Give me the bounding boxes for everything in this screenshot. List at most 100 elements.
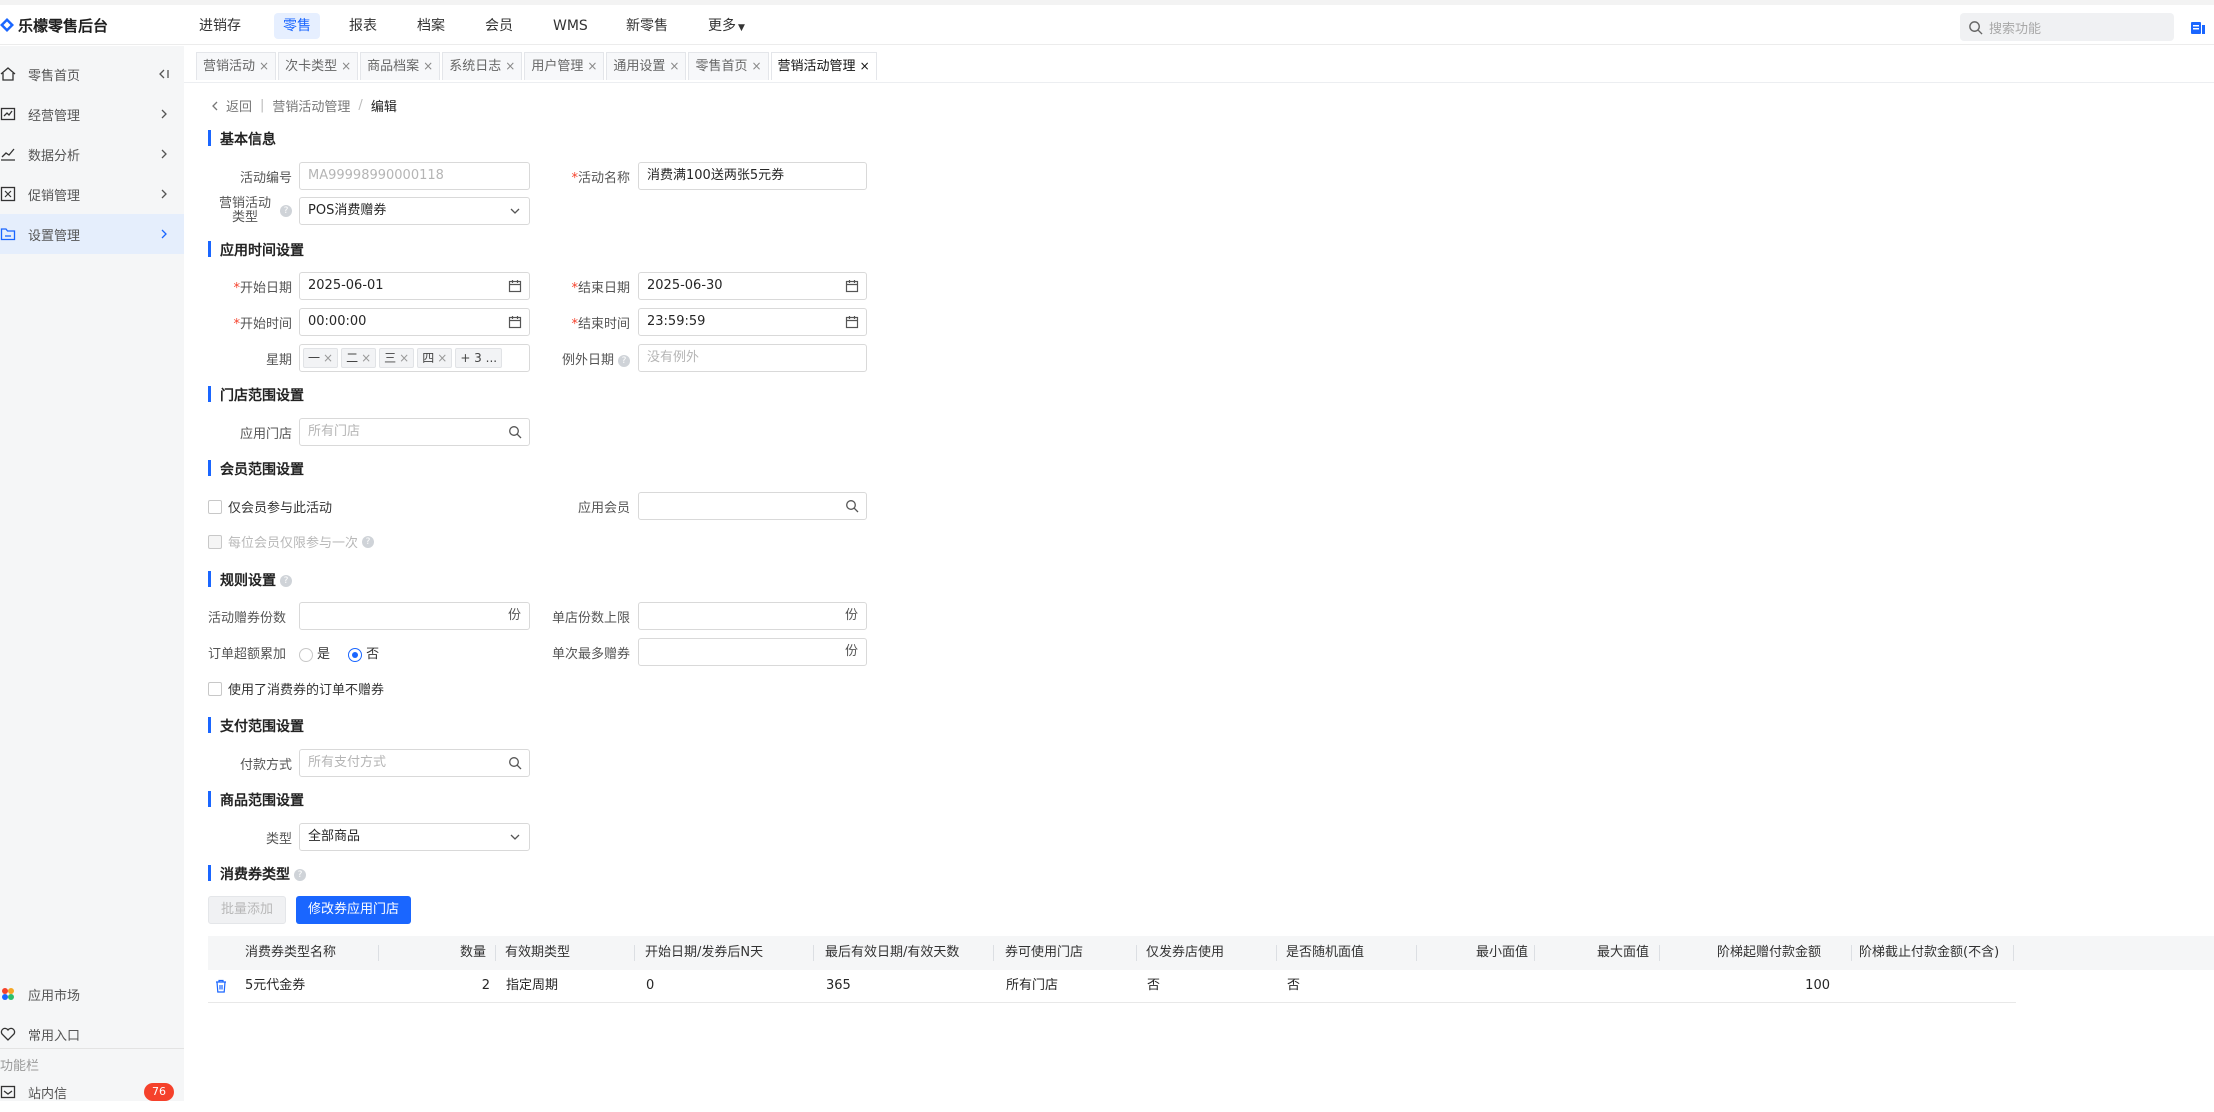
column-header: 仅发券店使用	[1146, 945, 1225, 960]
tab-user-management[interactable]: 用户管理 ×	[524, 52, 605, 80]
search-icon[interactable]	[845, 499, 859, 513]
sidebar-item-retail-home[interactable]: 零售首页	[0, 54, 184, 94]
search-input[interactable]: 搜索功能	[1960, 13, 2174, 41]
help-icon[interactable]: ?	[618, 354, 630, 367]
tab-retail-home[interactable]: 零售首页 ×	[688, 52, 769, 80]
goods-type-select[interactable]: 全部商品	[299, 823, 530, 851]
end-time-label-text: 结束时间	[577, 317, 630, 332]
close-icon[interactable]: ×	[259, 59, 269, 73]
column-divider	[495, 945, 496, 961]
column-divider	[993, 945, 994, 961]
help-icon[interactable]: ?	[294, 869, 306, 881]
radio-button[interactable]	[299, 647, 313, 662]
sidebar-item-settings[interactable]: 设置管理	[0, 214, 184, 254]
close-icon[interactable]: ×	[437, 351, 447, 365]
max-coupon-input[interactable]: 份	[638, 638, 867, 666]
activity-name-field[interactable]: 消费满100送两张5元券	[638, 162, 867, 190]
nav-more[interactable]: 更多 ▼	[699, 13, 754, 39]
close-icon[interactable]: ×	[361, 351, 371, 365]
activity-code-field[interactable]: MA99998990000118	[299, 162, 530, 190]
chevron-right-icon	[161, 149, 167, 159]
user-icon[interactable]	[2190, 21, 2206, 35]
app-market-icon	[2, 988, 14, 1000]
close-icon[interactable]: ×	[423, 59, 433, 73]
close-icon[interactable]: ×	[399, 351, 409, 365]
column-divider	[1534, 945, 1535, 961]
no-gift-checkbox[interactable]: 使用了消费券的订单不赠券	[208, 679, 384, 698]
tabs-divider	[184, 82, 2214, 83]
close-icon[interactable]: ×	[751, 59, 761, 73]
home-icon	[0, 67, 16, 81]
nav-retail[interactable]: 零售	[274, 13, 320, 39]
tab-general-settings[interactable]: 通用设置 ×	[606, 52, 687, 80]
help-icon[interactable]: ?	[280, 575, 292, 587]
collapse-icon[interactable]	[158, 68, 170, 80]
help-icon[interactable]: ?	[362, 535, 375, 548]
nav-member[interactable]: 会员	[476, 13, 522, 39]
caret-down-icon: ▼	[738, 23, 745, 33]
sidebar-item-analysis[interactable]: 数据分析	[0, 134, 184, 174]
sidebar-item-label: 数据分析	[28, 148, 81, 164]
checkbox-box[interactable]	[208, 499, 222, 514]
app-logo[interactable]: 乐檬零售后台	[0, 15, 108, 35]
apply-store-input[interactable]: 所有门店	[299, 418, 530, 446]
close-icon[interactable]: ×	[505, 59, 515, 73]
end-date-input[interactable]: 2025-06-30	[638, 272, 867, 300]
sidebar-item-messages[interactable]: 站内信 76	[0, 1072, 184, 1112]
column-divider	[1851, 945, 1852, 961]
tab-goods[interactable]: 商品档案 ×	[360, 52, 441, 80]
nav-wms[interactable]: WMS	[544, 13, 597, 39]
close-icon[interactable]: ×	[341, 59, 351, 73]
back-link[interactable]: 返回	[210, 96, 252, 115]
activity-type-select[interactable]: POS消费赠券	[299, 197, 530, 225]
coupon-table-header: 消费券类型名称 数量 有效期类型 开始日期/发券后N天 最后有效日期/有效天数 …	[208, 936, 2214, 970]
sidebar-item-promotion[interactable]: 促销管理	[0, 174, 184, 214]
start-date-input[interactable]: 2025-06-01	[299, 272, 530, 300]
checkbox-box[interactable]	[208, 681, 222, 696]
radio-button[interactable]	[348, 647, 363, 662]
breadcrumb-parent[interactable]: 营销活动管理	[272, 96, 350, 115]
search-icon[interactable]	[508, 425, 522, 439]
start-time-input[interactable]: 00:00:00	[299, 308, 530, 336]
nav-reports[interactable]: 报表	[340, 13, 386, 39]
sidebar-item-business[interactable]: 经营管理	[0, 94, 184, 134]
trash-icon[interactable]	[214, 979, 228, 993]
breadcrumb-current: 编辑	[370, 100, 397, 115]
help-icon[interactable]: ?	[280, 205, 292, 217]
nav-archive[interactable]: 档案	[408, 13, 454, 39]
weekday-tag: 三 ×	[379, 348, 415, 368]
end-time-input[interactable]: 23:59:59	[638, 308, 867, 336]
weekday-label: 星期	[265, 353, 292, 368]
tab-marketing[interactable]: 营销活动 ×	[196, 52, 277, 80]
modify-store-button[interactable]: 修改券应用门店	[296, 896, 412, 924]
close-icon[interactable]: ×	[860, 59, 870, 73]
store-limit-input[interactable]: 份	[638, 602, 867, 630]
exception-date-input[interactable]: 没有例外	[638, 344, 867, 372]
close-icon[interactable]: ×	[587, 59, 597, 73]
weekday-select[interactable]: 一 × 二 × 三 × 四 × + 3 ...	[299, 344, 530, 372]
payment-method-placeholder: 所有支付方式	[308, 755, 387, 770]
nav-more-label: 更多	[708, 18, 736, 34]
checkbox-box[interactable]	[208, 534, 222, 549]
nav-new-retail[interactable]: 新零售	[617, 13, 677, 39]
radio-no[interactable]: 否	[348, 647, 379, 662]
nav-inventory[interactable]: 进销存	[190, 13, 250, 39]
sidebar-item-app-market[interactable]: 应用市场	[0, 974, 184, 1014]
tab-system-log[interactable]: 系统日志 ×	[442, 52, 523, 80]
tab-card-type[interactable]: 次卡类型 ×	[278, 52, 359, 80]
radio-yes[interactable]: 是	[299, 647, 330, 662]
tab-bar: 营销活动 × 次卡类型 × 商品档案 × 系统日志 × 用户管理 × 通用设置 × 零售首页…	[196, 52, 879, 82]
search-icon[interactable]	[508, 756, 522, 770]
apply-member-input[interactable]	[638, 492, 867, 520]
once-per-member-checkbox[interactable]: 每位会员仅限参与一次?	[208, 532, 375, 551]
close-icon[interactable]: ×	[669, 59, 679, 73]
chevron-right-icon	[161, 189, 167, 199]
member-only-checkbox[interactable]: 仅会员参与此活动	[208, 497, 332, 516]
gift-count-input[interactable]: 份	[299, 602, 530, 630]
batch-add-button[interactable]: 批量添加	[208, 896, 287, 924]
payment-method-input[interactable]: 所有支付方式	[299, 749, 530, 777]
tab-label: 通用设置	[613, 59, 666, 74]
tab-marketing-management[interactable]: 营销活动管理 ×	[770, 52, 877, 80]
close-icon[interactable]: ×	[323, 351, 333, 365]
unit-suffix: 份	[844, 608, 858, 623]
